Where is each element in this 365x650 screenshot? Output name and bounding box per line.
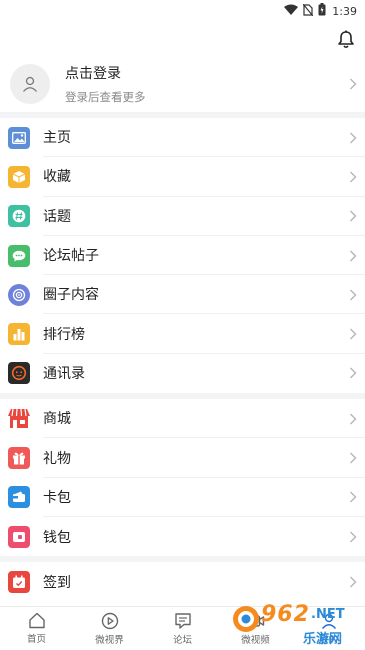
- target-icon: [8, 283, 30, 306]
- tab-forum[interactable]: 论坛: [146, 607, 219, 650]
- image-icon: [8, 126, 30, 149]
- contacts-icon: [8, 362, 30, 385]
- no-sim-icon: [302, 3, 314, 19]
- home-icon: [28, 612, 45, 629]
- menu-item-label: 排行榜: [43, 314, 365, 354]
- menu-item-store[interactable]: 商城: [0, 399, 365, 439]
- menu-item-topics[interactable]: 话题: [0, 197, 365, 236]
- menu-item-label: 通讯录: [43, 366, 85, 383]
- calendar-icon: [8, 570, 30, 593]
- forum-icon: [174, 612, 191, 629]
- tab-label: 论坛: [172, 634, 192, 646]
- chevron-right-icon: [350, 413, 357, 425]
- chevron-right-icon: [350, 531, 357, 543]
- chevron-right-icon: [350, 132, 357, 144]
- menu-item-label: 卡包: [43, 478, 365, 517]
- tab-me[interactable]: 我的: [292, 607, 365, 650]
- menu-item-label: 商城: [43, 399, 365, 439]
- chevron-right-icon: [350, 452, 357, 464]
- menu-item-circle-content[interactable]: 圈子内容: [0, 275, 365, 315]
- menu-item-checkin[interactable]: 签到: [0, 562, 365, 601]
- menu-item-label: 论坛帖子: [43, 236, 365, 276]
- menu-item-card-wallet[interactable]: 卡包: [0, 478, 365, 517]
- chevron-right-icon: [350, 576, 357, 588]
- menu-item-home[interactable]: 主页: [0, 118, 365, 158]
- store-icon: [8, 407, 30, 430]
- menu-item-leaderboard[interactable]: 排行榜: [0, 314, 365, 354]
- tab-label: 微视频: [241, 634, 270, 646]
- chevron-right-icon: [350, 250, 357, 262]
- tab-label: 微视界: [95, 634, 124, 646]
- tab-micro-video[interactable]: 微视频: [219, 607, 292, 650]
- menu-item-favorites[interactable]: 收藏: [0, 157, 365, 197]
- chat-icon: [8, 244, 30, 267]
- chevron-right-icon: [350, 210, 357, 222]
- menu-item-label: 礼物: [43, 438, 365, 478]
- tab-label: 首页: [26, 634, 46, 645]
- gift-icon: [8, 447, 30, 470]
- menu-item-label: 圈子内容: [43, 275, 365, 315]
- chevron-right-icon: [350, 367, 357, 379]
- menu-item-forum-posts[interactable]: 论坛帖子: [0, 236, 365, 276]
- wifi-icon: [284, 4, 299, 18]
- bar-chart-icon: [8, 323, 30, 346]
- login-row[interactable]: 点击登录 登录后查看更多: [0, 56, 365, 118]
- menu-item-gifts[interactable]: 礼物: [0, 438, 365, 478]
- tab-home[interactable]: 首页: [0, 607, 73, 650]
- hashtag-icon: [8, 205, 30, 228]
- play-icon: [101, 612, 118, 629]
- wallet-icon: [8, 525, 30, 548]
- tab-micro-vision[interactable]: 微视界: [73, 607, 146, 650]
- login-title: 点击登录: [65, 66, 121, 82]
- bottom-tab-bar: 首页 微视界 论坛 微视频 我的: [0, 606, 365, 650]
- menu-group-main: 主页 收藏 话题 论坛帖子 圈子内容 排行榜 通讯录: [0, 118, 365, 400]
- notification-bell-icon[interactable]: [335, 28, 357, 50]
- menu-item-label: 收藏: [43, 157, 365, 197]
- chevron-right-icon: [350, 328, 357, 340]
- video-icon: [247, 614, 264, 627]
- menu-group-checkin: 签到: [0, 562, 365, 601]
- card-wallet-icon: [8, 486, 30, 509]
- box-icon: [8, 165, 30, 188]
- menu-item-label: 话题: [43, 197, 365, 236]
- avatar[interactable]: [10, 64, 50, 104]
- menu-item-label: 钱包: [43, 529, 71, 546]
- menu-item-contacts[interactable]: 通讯录: [0, 354, 365, 393]
- status-bar: 1:39: [0, 0, 365, 22]
- user-icon: [321, 613, 336, 629]
- status-time: 1:39: [332, 4, 357, 18]
- user-icon: [23, 76, 37, 92]
- chevron-right-icon: [350, 289, 357, 301]
- menu-group-commerce: 商城 礼物 卡包 钱包: [0, 399, 365, 563]
- login-subtitle: 登录后查看更多: [65, 90, 146, 104]
- chevron-right-icon: [350, 491, 357, 503]
- menu-item-label: 签到: [43, 574, 71, 591]
- chevron-right-icon: [350, 171, 357, 183]
- chevron-right-icon: [350, 78, 357, 90]
- menu-item-wallet[interactable]: 钱包: [0, 517, 365, 556]
- tab-label: 我的: [318, 634, 338, 646]
- battery-icon: [318, 3, 326, 19]
- menu-item-label: 主页: [43, 118, 365, 158]
